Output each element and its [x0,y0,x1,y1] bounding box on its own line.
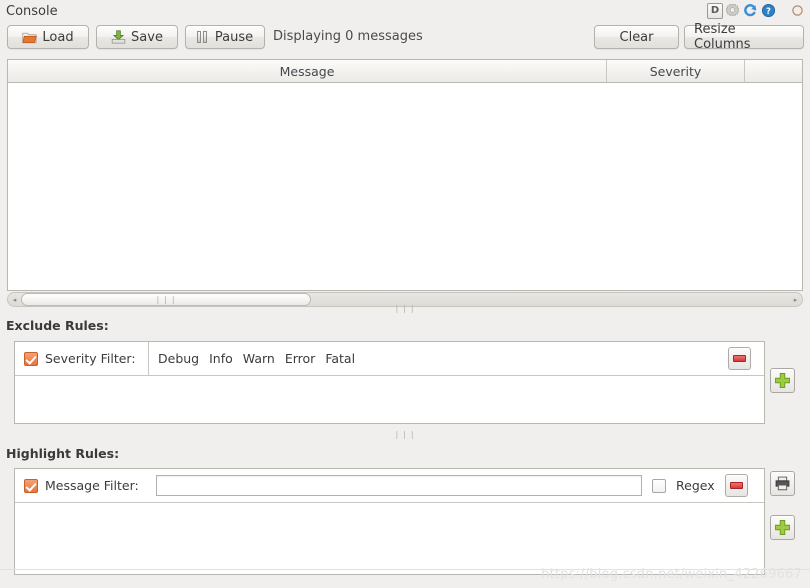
exclude-rules-heading: Exclude Rules: [6,318,109,333]
exclude-rule-row-severity-filter[interactable]: Severity Filter: Debug Info Warn Error F… [15,342,764,376]
printer-icon [775,476,790,491]
gear-icon[interactable] [724,2,741,19]
exclude-rule-remove-button[interactable] [727,347,751,370]
exclude-rule-enabled-checkbox[interactable] [24,351,38,366]
save-button[interactable]: Save [96,25,178,49]
load-button[interactable]: Load [7,25,89,49]
column-header-message[interactable]: Message [8,60,607,82]
exclude-rules-panel[interactable]: Severity Filter: Debug Info Warn Error F… [14,341,765,424]
clear-button[interactable]: Clear [594,25,679,49]
message-table-body[interactable] [8,83,802,290]
clear-button-label: Clear [619,29,654,45]
highlight-rule-remove-button[interactable] [724,474,748,497]
exclude-rules-add-button[interactable] [770,368,795,393]
message-table[interactable]: Message Severity [7,59,803,291]
highlight-rules-heading: Highlight Rules: [6,446,120,461]
severity-fatal[interactable]: Fatal [325,351,355,366]
highlight-rules-empty-area[interactable] [15,503,764,565]
splitter-grip: ❘❘❘ [393,430,417,439]
window-titlebar: Console D ? [0,0,810,24]
save-disk-icon [111,30,126,44]
folder-open-icon [22,31,38,44]
exclude-rules-empty-area[interactable] [15,376,764,414]
window-title: Console [6,4,58,19]
close-icon[interactable] [789,2,806,19]
message-filter-input[interactable] [156,475,642,496]
highlight-rule-value-cell: Regex [156,469,764,502]
severity-level-list[interactable]: Debug Info Warn Error Fatal [158,351,355,366]
load-button-label: Load [42,29,74,45]
highlight-rules-add-button[interactable] [770,515,795,540]
minus-icon [732,355,746,362]
splitter-exclude-highlight[interactable]: ❘❘❘ [0,430,810,440]
exclude-rule-label: Severity Filter: [45,351,136,366]
exclude-rule-label-cell: Severity Filter: [15,342,149,375]
pause-button-label: Pause [214,29,254,45]
plus-icon [775,373,790,388]
save-button-label: Save [131,29,163,45]
resize-columns-button[interactable]: Resize Columns [684,22,804,52]
column-header-filler [745,60,802,82]
svg-text:?: ? [766,6,771,16]
exclude-rule-actions [714,347,764,370]
exclude-rule-value-cell[interactable]: Debug Info Warn Error Fatal [149,342,714,375]
titlebar-icon-group: D ? [707,2,806,19]
plus-icon [775,520,790,535]
pause-button[interactable]: Pause [185,25,265,49]
resize-columns-button-label: Resize Columns [694,22,751,52]
console-toolbar: Load Save Pause Displaying 0 messages Cl… [0,22,810,53]
severity-info[interactable]: Info [209,351,233,366]
watermark: https://blog.csdn.net/weixin_42269667 [541,567,802,582]
message-count-status: Displaying 0 messages [273,29,423,44]
splitter-grip: ❘❘❘ [393,304,417,313]
column-header-severity[interactable]: Severity [607,60,745,82]
help-icon[interactable]: ? [760,2,777,19]
highlight-rule-label-cell: Message Filter: [15,469,156,502]
message-table-header: Message Severity [8,60,802,83]
regex-label: Regex [676,478,715,493]
pause-icon [196,31,210,43]
refresh-icon[interactable] [742,2,759,19]
highlight-rule-enabled-checkbox[interactable] [24,478,38,493]
severity-debug[interactable]: Debug [158,351,199,366]
minus-icon [729,482,743,489]
splitter-table-rules[interactable]: ❘❘❘ [0,304,810,314]
highlight-rule-label: Message Filter: [45,478,139,493]
regex-checkbox[interactable] [652,478,666,493]
highlight-rule-row-message-filter[interactable]: Message Filter: Regex [15,469,764,503]
detach-icon[interactable]: D [707,2,723,19]
severity-warn[interactable]: Warn [243,351,275,366]
severity-error[interactable]: Error [285,351,315,366]
hscrollbar-thumb-grip: ❘❘❘ [154,294,178,304]
highlight-color-button[interactable] [770,471,795,496]
highlight-rules-panel[interactable]: Message Filter: Regex [14,468,765,575]
